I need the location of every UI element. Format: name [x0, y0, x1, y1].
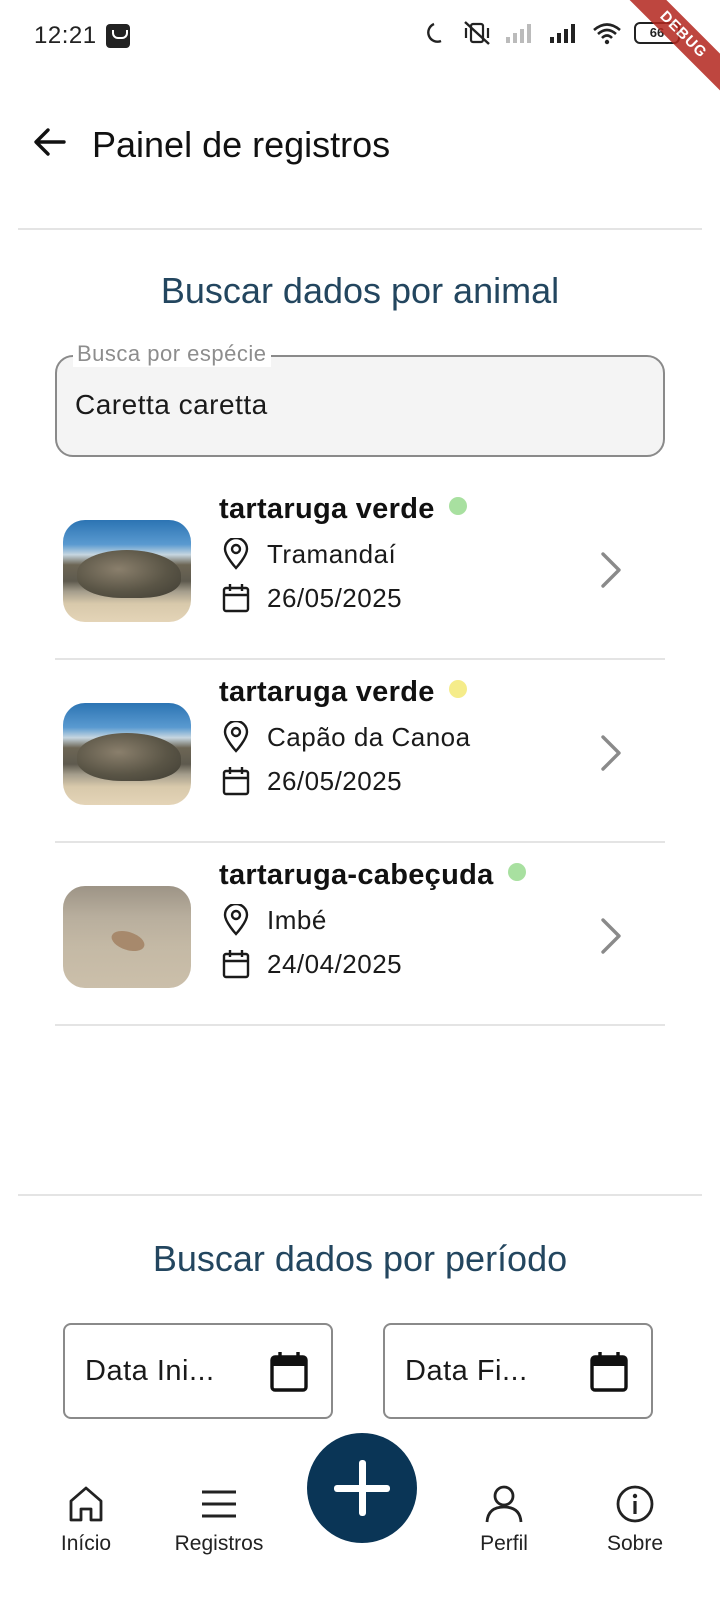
record-location-text: Capão da Canoa [267, 721, 471, 752]
nav-label: Registros [174, 1532, 264, 1555]
wifi-icon [593, 23, 621, 45]
nav-item-inicio[interactable]: Início [26, 1484, 146, 1556]
record-item[interactable]: tartaruga verde Capão da Canoa 26/05/202… [55, 661, 665, 843]
record-date: 24/04/2025 [221, 948, 402, 980]
record-location-text: Tramandaí [267, 538, 397, 569]
species-search-label: Busca por espécie [73, 341, 271, 367]
record-name: tartaruga verde [219, 676, 467, 709]
shopping-bag-icon [106, 24, 130, 48]
record-item[interactable]: tartaruga-cabeçuda Imbé 24/04/2025 [55, 844, 665, 1026]
species-search-input[interactable] [75, 389, 635, 421]
calendar-icon [222, 950, 250, 979]
start-date-field[interactable]: Data Ini... [63, 1323, 333, 1419]
record-date-text: 24/04/2025 [267, 948, 403, 979]
chevron-right-icon [601, 918, 621, 954]
home-icon [69, 1486, 103, 1522]
animal-search-title: Buscar dados por animal [160, 270, 560, 311]
record-item[interactable]: tartaruga verde Tramandaí 26/05/2025 [55, 478, 665, 660]
record-date-text: 26/05/2025 [267, 765, 403, 796]
signal-full-icon [550, 24, 575, 43]
divider [18, 228, 702, 230]
nav-label: Início [60, 1532, 112, 1555]
status-dot [507, 863, 526, 881]
divider [18, 1194, 702, 1196]
turtle-sand-thumbnail [63, 886, 191, 988]
record-location: Capão da Canoa [221, 721, 471, 753]
sea-turtle-thumbnail [63, 703, 191, 805]
calendar-icon[interactable] [589, 1351, 629, 1393]
record-location: Tramandaí [221, 538, 396, 570]
app-bar: Painel de registros [0, 100, 720, 190]
record-date: 26/05/2025 [221, 765, 402, 797]
location-pin-icon [223, 721, 249, 753]
status-time: 12:21 [34, 22, 97, 49]
chevron-right-icon [601, 735, 621, 771]
moon-icon [427, 22, 442, 43]
record-location: Imbé [221, 904, 327, 936]
status-dot [448, 680, 467, 698]
calendar-icon [222, 584, 250, 613]
record-date-text: 26/05/2025 [267, 582, 403, 613]
person-icon [485, 1485, 523, 1523]
status-bar: 12:21 66 DEBUG [0, 0, 720, 98]
signal-weak-icon [506, 24, 531, 43]
end-date-label: Data Fi... [405, 1355, 528, 1387]
record-location-text: Imbé [267, 904, 327, 935]
record-name: tartaruga verde [219, 493, 467, 526]
nav-item-sobre[interactable]: Sobre [575, 1484, 695, 1556]
period-search-title: Buscar dados por período [152, 1238, 568, 1279]
nav-item-registros[interactable]: Registros [159, 1484, 279, 1556]
info-icon [616, 1485, 654, 1523]
chevron-right-icon [601, 552, 621, 588]
status-icons: 66 [424, 20, 680, 46]
location-pin-icon [223, 538, 249, 570]
nav-label: Sobre [606, 1532, 664, 1555]
nav-item-perfil[interactable]: Perfil [444, 1484, 564, 1556]
record-name: tartaruga-cabeçuda [219, 859, 526, 892]
species-search-field[interactable]: Busca por espécie [55, 341, 665, 457]
calendar-icon[interactable] [269, 1351, 309, 1393]
menu-icon [202, 1490, 236, 1518]
nav-label: Perfil [480, 1532, 528, 1555]
end-date-field[interactable]: Data Fi... [383, 1323, 653, 1419]
arrow-left-icon[interactable] [30, 122, 70, 162]
location-pin-icon [223, 904, 249, 936]
start-date-label: Data Ini... [85, 1355, 215, 1387]
status-dot [448, 497, 467, 515]
record-date: 26/05/2025 [221, 582, 402, 614]
add-record-button[interactable] [307, 1433, 417, 1543]
vibrate-off-icon [464, 21, 490, 45]
page-title: Painel de registros [92, 124, 391, 165]
calendar-icon [222, 767, 250, 796]
sea-turtle-thumbnail [63, 520, 191, 622]
debug-banner: DEBUG [620, 0, 720, 98]
